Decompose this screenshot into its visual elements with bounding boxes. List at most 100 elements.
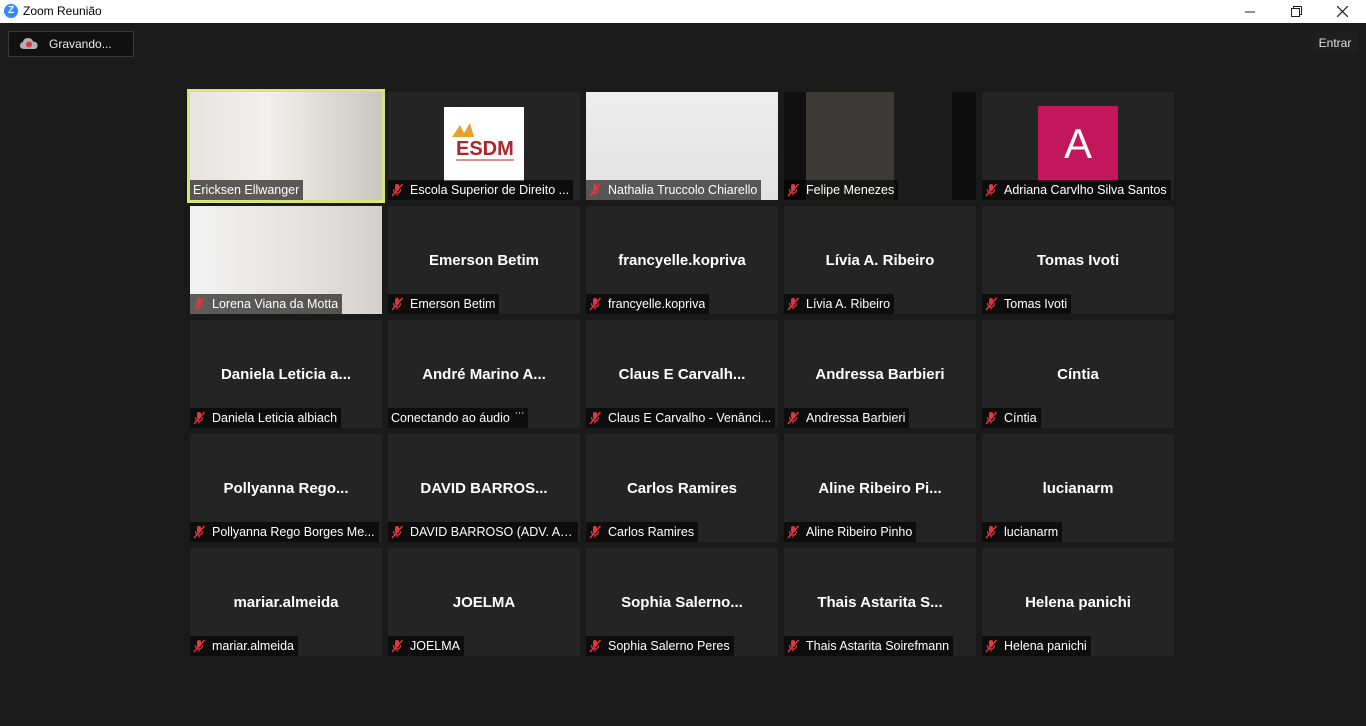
- esdm-logo: ESDM: [444, 107, 524, 181]
- participant-display-name: Carlos Ramires: [626, 480, 738, 497]
- participant-name-tag: Andressa Barbieri: [784, 408, 910, 428]
- participant-name-tag: francyelle.kopriva: [586, 294, 710, 314]
- participant-tile[interactable]: JOELMA JOELMA: [388, 548, 580, 656]
- close-button[interactable]: [1319, 0, 1365, 23]
- participant-display-name: Lívia A. Ribeiro: [825, 252, 935, 269]
- mic-muted-icon: [985, 297, 998, 311]
- participant-name: Pollyanna Rego Borges Me...: [212, 525, 375, 539]
- participant-name-tag: DAVID BARROSO (ADV. AR...: [388, 522, 578, 542]
- participant-tile[interactable]: André Marino A... Conectando ao áudio ˙˙˙: [388, 320, 580, 428]
- participant-name-tag: Carlos Ramires: [586, 522, 699, 542]
- enter-button[interactable]: Entrar: [1312, 32, 1358, 54]
- participant-display-name: Pollyanna Rego...: [223, 480, 349, 497]
- gallery-grid: Ericksen Ellwanger ESDM Escola Superior de…: [190, 92, 1174, 656]
- participant-display-name: Helena panichi: [1025, 594, 1131, 611]
- participant-display-name: Daniela Leticia a...: [220, 366, 352, 383]
- participant-display-name: DAVID BARROS...: [420, 480, 548, 497]
- participant-tile[interactable]: Aline Ribeiro Pi... Aline Ribeiro Pinho: [784, 434, 976, 542]
- participant-display-name: Aline Ribeiro Pi...: [818, 480, 942, 497]
- participant-tile[interactable]: Emerson Betim Emerson Betim: [388, 206, 580, 314]
- participant-tile[interactable]: A Adriana Carvlho Silva Santos: [982, 92, 1174, 200]
- participant-tile[interactable]: Felipe Menezes: [784, 92, 976, 200]
- participant-name: Ericksen Ellwanger: [193, 183, 300, 197]
- mic-muted-icon: [787, 183, 800, 197]
- participant-name-tag: JOELMA: [388, 636, 465, 656]
- participant-display-name: mariar.almeida: [233, 594, 339, 611]
- zoom-logo-icon: Z: [4, 4, 18, 18]
- participant-name-tag: Pollyanna Rego Borges Me...: [190, 522, 379, 542]
- participant-name-tag: Cíntia: [982, 408, 1041, 428]
- participant-tile[interactable]: francyelle.kopriva francyelle.kopriva: [586, 206, 778, 314]
- recording-indicator[interactable]: Gravando...: [8, 31, 134, 57]
- mic-muted-icon: [193, 297, 206, 311]
- mic-muted-icon: [391, 525, 404, 539]
- participant-name-tag: Lívia A. Ribeiro: [784, 294, 895, 314]
- mic-muted-icon: [985, 411, 998, 425]
- participant-tile[interactable]: Cíntia Cíntia: [982, 320, 1174, 428]
- participant-tile[interactable]: Carlos Ramires Carlos Ramires: [586, 434, 778, 542]
- participant-name: Cíntia: [1004, 411, 1037, 425]
- participant-name: Adriana Carvlho Silva Santos: [1004, 183, 1167, 197]
- participant-name: JOELMA: [410, 639, 461, 653]
- participant-tile[interactable]: lucianarm lucianarm: [982, 434, 1174, 542]
- participant-tile[interactable]: Andressa Barbieri Andressa Barbieri: [784, 320, 976, 428]
- close-icon: [1336, 6, 1348, 17]
- participant-name: Nathalia Truccolo Chiarello: [608, 183, 758, 197]
- participant-display-name: Claus E Carvalh...: [618, 366, 746, 383]
- participant-tile[interactable]: Daniela Leticia a... Daniela Leticia albi…: [190, 320, 382, 428]
- mic-muted-icon: [985, 183, 998, 197]
- participant-tile[interactable]: Tomas Ivoti Tomas Ivoti: [982, 206, 1174, 314]
- participant-tile[interactable]: Thais Astarita S... Thais Astarita Soiref…: [784, 548, 976, 656]
- minimize-icon: [1245, 11, 1255, 12]
- mic-muted-icon: [589, 297, 602, 311]
- participant-name: Aline Ribeiro Pinho: [806, 525, 913, 539]
- mic-muted-icon: [787, 639, 800, 653]
- participant-tile[interactable]: Pollyanna Rego... Pollyanna Rego Borges M…: [190, 434, 382, 542]
- participant-name-tag: Escola Superior de Direito ...: [388, 180, 574, 200]
- participant-name: lucianarm: [1004, 525, 1059, 539]
- participant-name-tag: lucianarm: [982, 522, 1063, 542]
- participant-name: mariar.almeida: [212, 639, 294, 653]
- participant-name-tag: Thais Astarita Soirefmann: [784, 636, 954, 656]
- participant-tile[interactable]: Sophia Salerno... Sophia Salerno Peres: [586, 548, 778, 656]
- mic-muted-icon: [589, 183, 602, 197]
- participant-name-tag: Emerson Betim: [388, 294, 500, 314]
- participant-name: Claus E Carvalho - Venânci...: [608, 411, 772, 425]
- participant-display-name: Sophia Salerno...: [621, 594, 743, 611]
- participant-tile[interactable]: Claus E Carvalh... Claus E Carvalho - Ven…: [586, 320, 778, 428]
- mic-muted-icon: [589, 411, 602, 425]
- avatar: A: [1038, 106, 1118, 182]
- participant-name: Andressa Barbieri: [806, 411, 906, 425]
- participant-tile[interactable]: Lívia A. Ribeiro Lívia A. Ribeiro: [784, 206, 976, 314]
- participant-name-tag: Tomas Ivoti: [982, 294, 1072, 314]
- mic-muted-icon: [589, 639, 602, 653]
- participant-tile[interactable]: ESDM Escola Superior de Direito ...: [388, 92, 580, 200]
- mic-muted-icon: [787, 411, 800, 425]
- mic-muted-icon: [193, 525, 206, 539]
- connecting-dots-icon: ˙˙˙: [514, 411, 525, 425]
- mic-muted-icon: [787, 525, 800, 539]
- participant-display-name: Andressa Barbieri: [815, 366, 945, 383]
- participant-name-tag: Conectando ao áudio ˙˙˙: [388, 408, 529, 428]
- participant-tile[interactable]: DAVID BARROS... DAVID BARROSO (ADV. AR...: [388, 434, 580, 542]
- participant-name: Emerson Betim: [410, 297, 496, 311]
- restore-button[interactable]: [1273, 0, 1319, 23]
- participant-display-name: lucianarm: [1042, 480, 1114, 497]
- participant-tile[interactable]: Ericksen Ellwanger: [190, 92, 382, 200]
- mic-muted-icon: [787, 297, 800, 311]
- mic-muted-icon: [985, 525, 998, 539]
- participant-tile[interactable]: Helena panichi Helena panichi: [982, 548, 1174, 656]
- mic-muted-icon: [391, 183, 404, 197]
- participant-tile[interactable]: Lorena Viana da Motta: [190, 206, 382, 314]
- participant-name-tag: Felipe Menezes: [784, 180, 899, 200]
- mic-muted-icon: [589, 525, 602, 539]
- participant-name-tag: Adriana Carvlho Silva Santos: [982, 180, 1171, 200]
- recording-label: Gravando...: [49, 37, 112, 51]
- mic-muted-icon: [985, 639, 998, 653]
- participant-name-tag: Helena panichi: [982, 636, 1091, 656]
- participant-display-name: Emerson Betim: [428, 252, 540, 269]
- participant-display-name: Cíntia: [1057, 366, 1099, 383]
- minimize-button[interactable]: [1227, 0, 1273, 23]
- participant-tile[interactable]: Nathalia Truccolo Chiarello: [586, 92, 778, 200]
- participant-tile[interactable]: mariar.almeida mariar.almeida: [190, 548, 382, 656]
